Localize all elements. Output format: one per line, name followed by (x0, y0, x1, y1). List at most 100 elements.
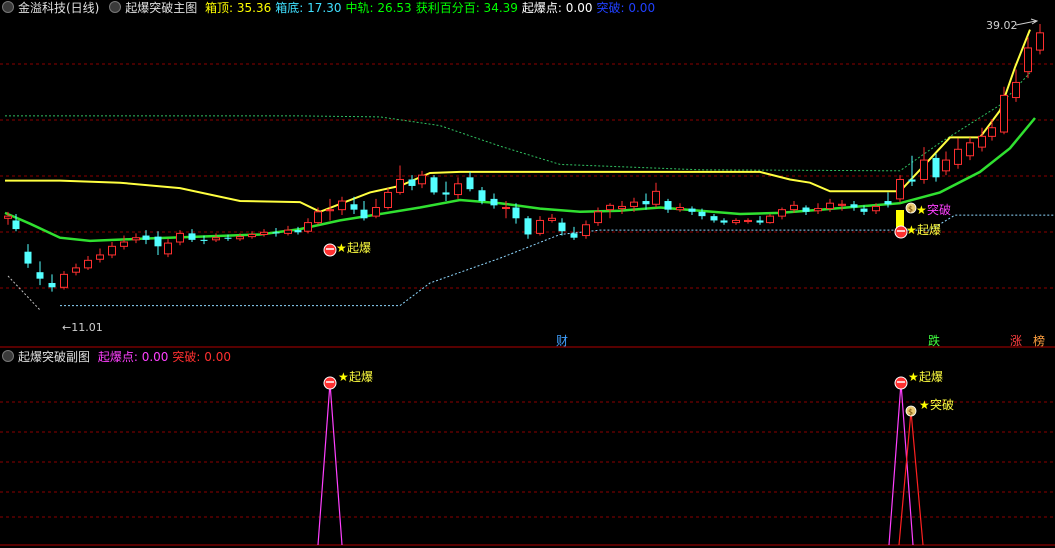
money-bag-symbol: $ (908, 408, 913, 417)
candle-body-up (236, 236, 244, 240)
candle-body-down (850, 204, 858, 208)
candle-body-up (4, 215, 12, 219)
candle-body-up (676, 207, 684, 211)
candle-body-down (24, 251, 32, 264)
main-signal-tupo: 突破 (927, 202, 951, 217)
candle-body-up (790, 204, 798, 211)
candle-body-up (284, 229, 292, 234)
candle-body-up (454, 183, 462, 196)
candle-body-down (860, 208, 868, 212)
candle-body-down (272, 232, 280, 234)
candle-body-down (142, 235, 150, 240)
candle-body-up (594, 211, 602, 224)
candle-body-up (502, 207, 510, 210)
candle-body-down (802, 207, 810, 212)
candle-body-up (396, 178, 404, 193)
candle-body-down (48, 282, 56, 288)
candle-body-up (120, 241, 128, 247)
candle-body-up (1012, 81, 1020, 99)
middle-track-line (4, 117, 1036, 243)
candle-body-down (558, 222, 566, 232)
candle-body-down (884, 201, 892, 205)
candle-body-up (582, 224, 590, 237)
candle-body-up (72, 267, 80, 273)
candle-body-up (304, 222, 312, 232)
candle-body-up (1024, 47, 1032, 73)
candle-body-up (744, 219, 752, 223)
candle-body-down (430, 177, 438, 193)
candle-body-down (36, 272, 44, 279)
star-icon: ★ (906, 223, 917, 237)
candle-body-up (652, 190, 660, 205)
candle-body-down (466, 177, 474, 190)
star-icon: ★ (916, 203, 927, 217)
candle-body-up (872, 205, 880, 212)
candle-body-up (536, 219, 544, 234)
high-price-label: 39.02 (986, 19, 1018, 32)
candle-body-up (338, 200, 346, 211)
candle-body-up (630, 201, 638, 207)
low-trend-dashed (7, 275, 41, 311)
candle-body-up (606, 204, 614, 211)
star-icon: ★ (336, 241, 347, 255)
candle-body-down (688, 208, 696, 212)
candle-body-up (942, 159, 950, 172)
arrow-icon (1015, 18, 1039, 26)
candle-body-down (512, 207, 520, 219)
candle-body-down (710, 216, 718, 221)
signal-bar (896, 210, 904, 228)
candle-body-up (96, 254, 104, 260)
candle-body-up (814, 208, 822, 212)
sub-signal-qibao-1: 起爆 (349, 370, 373, 384)
candle-body-up (418, 174, 426, 185)
candle-body-up (966, 142, 974, 157)
candle-body-up (732, 219, 740, 224)
star-icon: ★ (919, 398, 930, 412)
candle-body-up (84, 259, 92, 269)
sub-qibao-spike-1 (317, 382, 343, 546)
candle-body-up (920, 159, 928, 180)
candle-body-up (978, 135, 986, 148)
candle-body-up (548, 217, 556, 221)
candle-body-up (988, 127, 996, 137)
candle-body-up (176, 232, 184, 243)
candle-body-up (326, 209, 334, 212)
explosion-ball-icon (894, 376, 908, 390)
marker-2: 涨 (1010, 333, 1022, 348)
candle-body-up (60, 273, 68, 288)
candle-body-up (954, 148, 962, 165)
candle-body-up (896, 178, 904, 200)
candle-body-down (664, 201, 672, 210)
kline-chart[interactable]: 39.02←11.01★ 起爆★ 起爆$ ★ 突破财跌涨榜★ 起爆 ★ 起爆$ ★ 突破 (0, 0, 1055, 548)
main-signal-qibao-2: 起爆 (917, 223, 941, 237)
candle-body-down (294, 230, 302, 233)
candle-body-down (642, 201, 650, 205)
candle-body-up (766, 215, 774, 224)
candle-body-up (260, 231, 268, 235)
candle-body-down (908, 179, 916, 182)
candle-body-down (442, 192, 450, 195)
candle-body-down (408, 179, 416, 186)
candle-body-up (132, 237, 140, 241)
candle-body-up (826, 202, 834, 210)
candle-body-up (248, 233, 256, 238)
candle-body-down (570, 233, 578, 238)
candle-body-down (524, 218, 532, 235)
star-icon: ★ (908, 370, 919, 384)
marker-3: 榜 (1033, 333, 1045, 348)
sub-signal-qibao-2: 起爆 (919, 370, 943, 384)
candle-body-up (108, 245, 116, 256)
marker-1: 跌 (928, 333, 940, 348)
candle-body-down (200, 239, 208, 241)
candle-body-up (384, 191, 392, 209)
candle-body-down (12, 220, 20, 230)
candle-body-up (164, 242, 172, 255)
candle-body-down (932, 157, 940, 178)
candle-body-up (1036, 32, 1044, 51)
candle-body-down (698, 211, 706, 217)
candle-body-up (778, 209, 786, 217)
low-price-label: ←11.01 (62, 321, 103, 334)
box-upper-dashed-line (5, 72, 1031, 172)
explosion-ball-icon (323, 243, 337, 257)
candle-body-up (838, 203, 846, 206)
